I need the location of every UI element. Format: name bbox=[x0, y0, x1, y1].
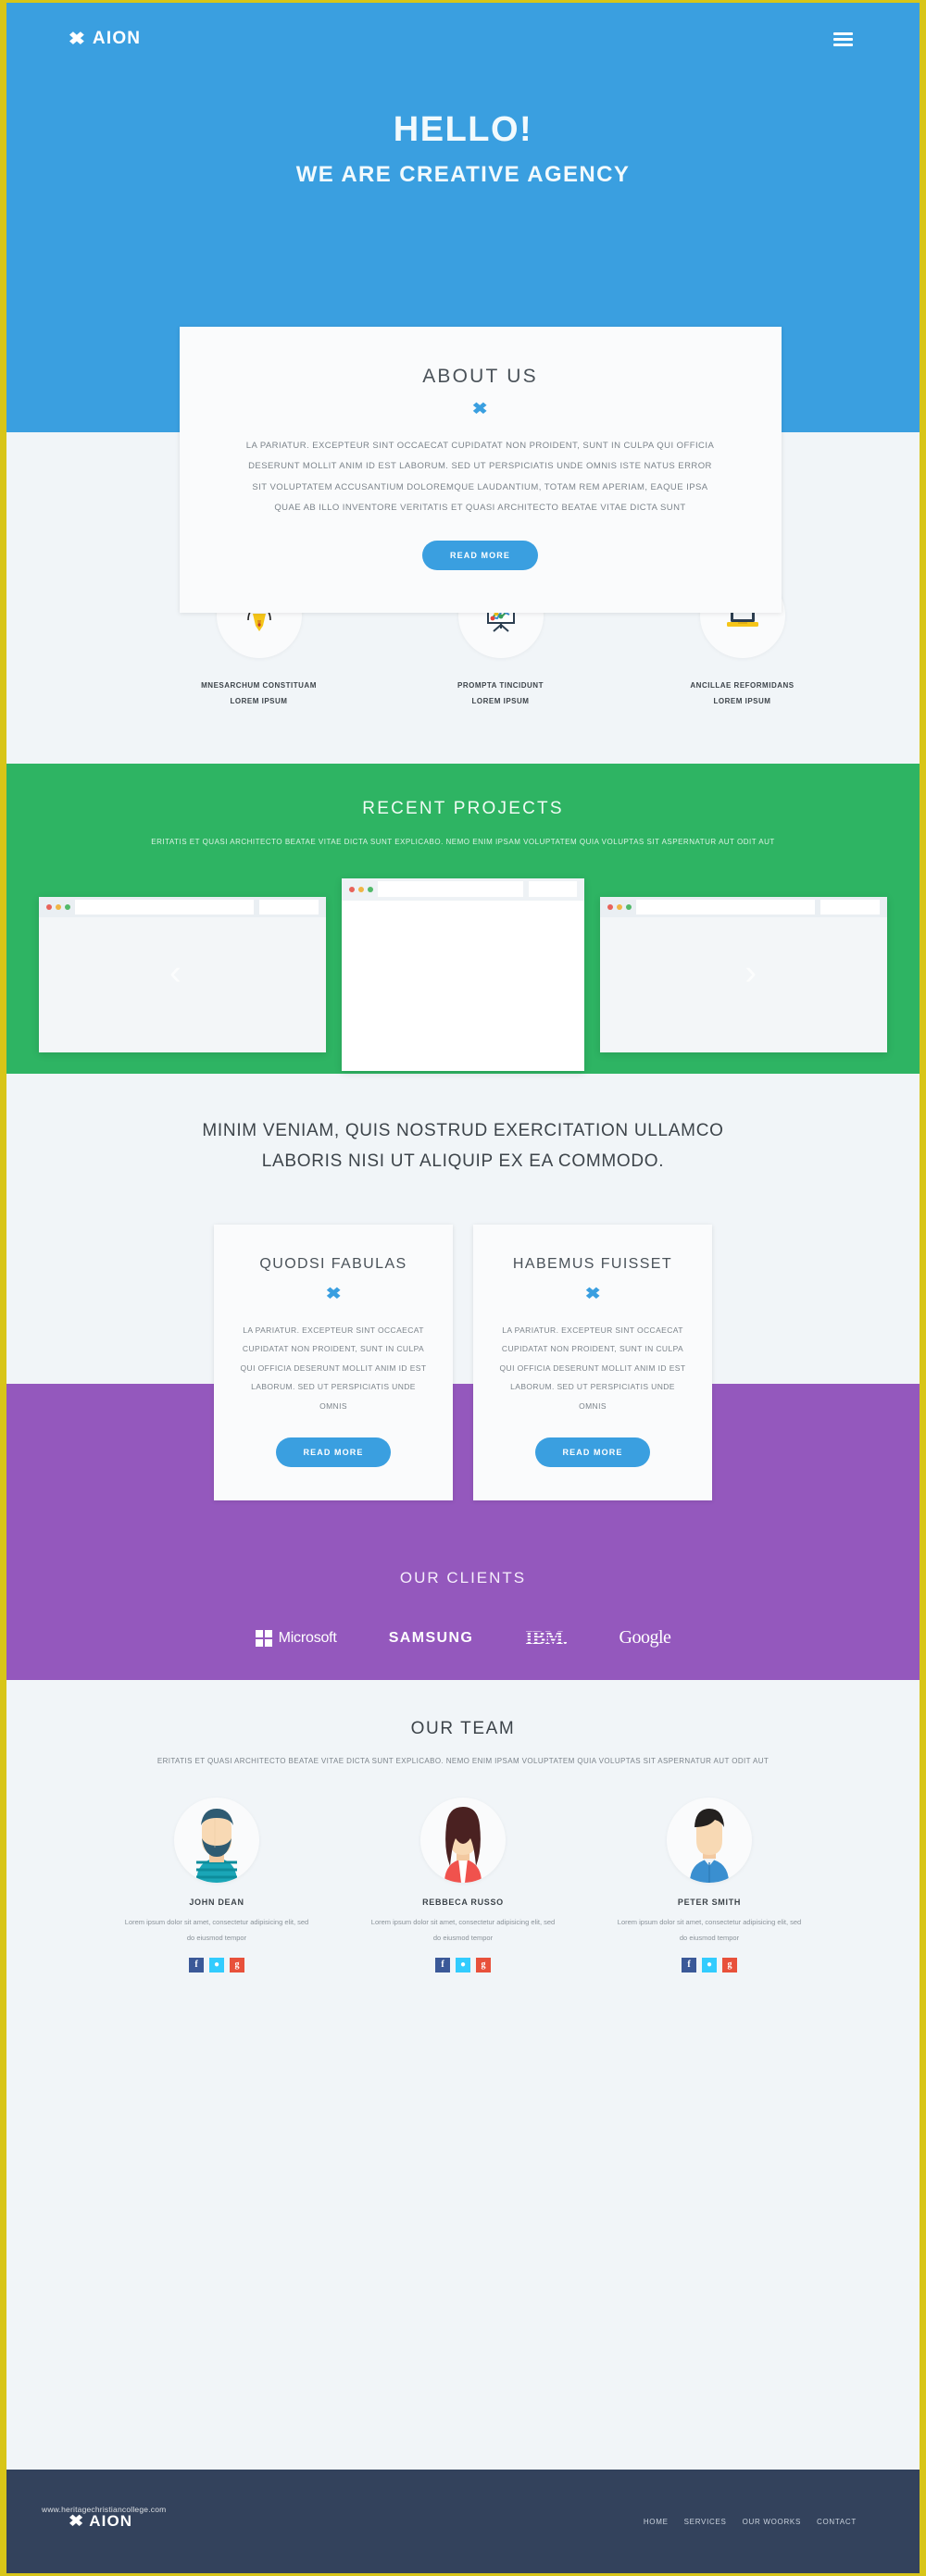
service-1-line1: MNESARCHUM CONSTITUAM bbox=[201, 681, 317, 690]
team-member-3-name: PETER SMITH bbox=[677, 1898, 742, 1908]
project-window-active[interactable] bbox=[342, 877, 584, 1071]
hero-title: HELLO! bbox=[393, 110, 533, 149]
feature-card-1: QUODSI FABULAS ✖ LA PARIATUR. EXCEPTEUR … bbox=[214, 1225, 453, 1501]
feature-card-2: HABEMUS FUISSET ✖ LA PARIATUR. EXCEPTEUR… bbox=[473, 1225, 712, 1501]
about-read-more-button[interactable]: READ MORE bbox=[422, 541, 538, 571]
microsoft-logo[interactable]: Microsoft bbox=[255, 1629, 337, 1647]
page-frame: ✖ AION HELLO! WE ARE CREATIVE AGENCY ABO… bbox=[6, 3, 920, 2573]
service-1-line2: LOREM IPSUM bbox=[230, 696, 288, 705]
services-section: ABOUT US ✖ LA PARIATUR. EXCEPTEUR SINT O… bbox=[6, 327, 920, 764]
project-window-next[interactable] bbox=[600, 896, 887, 1052]
brand-logo-text: AION bbox=[92, 29, 142, 48]
team-member-1: JOHN DEAN Lorem ipsum dolor sit amet, co… bbox=[124, 1798, 309, 1972]
feature-card-1-body: LA PARIATUR. EXCEPTEUR SINT OCCAECAT CUP… bbox=[240, 1325, 427, 1411]
microsoft-logo-label: Microsoft bbox=[278, 1629, 337, 1646]
team-member-2: REBBECA RUSSO Lorem ipsum dolor sit amet… bbox=[370, 1798, 556, 1972]
page-footer: www.heritagechristiancollege.com ✖ AION … bbox=[6, 2470, 920, 2573]
clients-title: OUR CLIENTS bbox=[399, 1569, 527, 1587]
ibm-logo[interactable]: IBM. bbox=[525, 1626, 568, 1649]
projects-carousel[interactable]: ‹ › bbox=[6, 871, 920, 1075]
about-card: ABOUT US ✖ LA PARIATUR. EXCEPTEUR SINT O… bbox=[179, 327, 782, 614]
google-plus-icon[interactable]: g bbox=[722, 1957, 737, 1972]
hero-titles: HELLO! WE ARE CREATIVE AGENCY bbox=[6, 110, 920, 188]
footer-link-contact[interactable]: CONTACT bbox=[817, 2518, 857, 2526]
feature-card-list: QUODSI FABULAS ✖ LA PARIATUR. EXCEPTEUR … bbox=[6, 1225, 920, 1501]
features-section: MINIM VENIAM, QUIS NOSTRUD EXERCITATION … bbox=[6, 1073, 920, 1501]
twitter-icon[interactable]: ● bbox=[209, 1957, 224, 1972]
about-title: ABOUT US bbox=[422, 366, 538, 387]
footer-link-home[interactable]: HOME bbox=[644, 2518, 669, 2526]
footer-brand-logo-text: AION bbox=[89, 2512, 133, 2530]
google-plus-icon[interactable]: g bbox=[476, 1957, 491, 1972]
team-member-2-desc: Lorem ipsum dolor sit amet, consectetur … bbox=[370, 1918, 556, 1942]
hero-subtitle: WE ARE CREATIVE AGENCY bbox=[295, 161, 631, 187]
footer-link-our-woorks[interactable]: OUR WOORKS bbox=[743, 2518, 801, 2526]
team-member-3: PETER SMITH Lorem ipsum dolor sit amet, … bbox=[617, 1798, 802, 1972]
long-hair-woman-avatar bbox=[420, 1798, 506, 1884]
team-member-1-desc: Lorem ipsum dolor sit amet, consectetur … bbox=[124, 1918, 309, 1942]
service-3-line2: LOREM IPSUM bbox=[713, 696, 771, 705]
twitter-icon[interactable]: ● bbox=[456, 1957, 470, 1972]
projects-title: RECENT PROJECTS bbox=[362, 798, 564, 818]
top-navbar: ✖ AION bbox=[6, 3, 920, 58]
facebook-icon[interactable]: f bbox=[189, 1957, 204, 1972]
feature-card-2-read-more-button[interactable]: READ MORE bbox=[534, 1437, 651, 1468]
carousel-next-chevron-right-icon[interactable]: › bbox=[745, 955, 757, 990]
brand-logo[interactable]: ✖ AION bbox=[69, 29, 141, 49]
x-mark-icon: ✖ bbox=[68, 29, 86, 49]
x-mark-icon: ✖ bbox=[68, 2512, 84, 2530]
project-window-previous[interactable] bbox=[39, 896, 326, 1052]
team-member-3-desc: Lorem ipsum dolor sit amet, consectetur … bbox=[617, 1918, 802, 1942]
team-member-2-socials: f ● g bbox=[370, 1957, 556, 1972]
google-logo[interactable]: Google bbox=[619, 1627, 671, 1649]
facebook-icon[interactable]: f bbox=[682, 1957, 696, 1972]
service-2-line2: LOREM IPSUM bbox=[471, 696, 530, 705]
x-divider-icon: ✖ bbox=[471, 400, 489, 417]
team-member-1-socials: f ● g bbox=[124, 1957, 309, 1972]
team-member-1-name: JOHN DEAN bbox=[189, 1898, 244, 1908]
service-3-line1: ANCILLAE REFORMIDANS bbox=[690, 681, 795, 690]
x-divider-icon: ✖ bbox=[584, 1285, 601, 1303]
team-title: OUR TEAM bbox=[410, 1719, 516, 1739]
recent-projects-section: RECENT PROJECTS ERITATIS ET QUASI ARCHIT… bbox=[6, 763, 920, 1075]
bearded-man-avatar bbox=[174, 1798, 259, 1884]
site-watermark: www.heritagechristiancollege.com bbox=[42, 2505, 167, 2514]
feature-card-1-title: QUODSI FABULAS bbox=[259, 1256, 407, 1273]
samsung-logo[interactable]: SAMSUNG bbox=[389, 1630, 474, 1647]
facebook-icon[interactable]: f bbox=[435, 1957, 450, 1972]
feature-card-2-body: LA PARIATUR. EXCEPTEUR SINT OCCAECAT CUP… bbox=[499, 1325, 686, 1411]
carousel-prev-chevron-left-icon[interactable]: ‹ bbox=[169, 955, 181, 990]
footer-brand-logo[interactable]: ✖ AION bbox=[69, 2512, 132, 2531]
team-member-3-socials: f ● g bbox=[617, 1957, 802, 1972]
hamburger-menu-icon[interactable] bbox=[830, 29, 857, 50]
service-2-line1: PROMPTA TINCIDUNT bbox=[457, 681, 544, 690]
google-plus-icon[interactable]: g bbox=[230, 1957, 244, 1972]
team-section: OUR TEAM ERITATIS ET QUASI ARCHITECTO BE… bbox=[6, 1680, 920, 1972]
footer-link-services[interactable]: SERVICES bbox=[684, 2518, 727, 2526]
feature-card-1-read-more-button[interactable]: READ MORE bbox=[275, 1437, 392, 1468]
about-body-text: LA PARIATUR. EXCEPTEUR SINT OCCAECAT CUP… bbox=[245, 441, 715, 513]
short-hair-man-avatar bbox=[667, 1798, 752, 1884]
features-heading-line1: MINIM VENIAM, QUIS NOSTRUD EXERCITATION … bbox=[202, 1120, 724, 1140]
team-member-list: JOHN DEAN Lorem ipsum dolor sit amet, co… bbox=[6, 1798, 920, 1972]
features-heading-line2: LABORIS NISI UT ALIQUIP EX EA COMMODO. bbox=[261, 1151, 665, 1171]
x-divider-icon: ✖ bbox=[325, 1285, 342, 1303]
footer-navigation: HOME SERVICES OUR WOORKS CONTACT bbox=[644, 2518, 857, 2526]
client-logo-row: Microsoft SAMSUNG IBM. Google bbox=[6, 1626, 920, 1649]
team-subtitle: ERITATIS ET QUASI ARCHITECTO BEATAE VITA… bbox=[156, 1757, 770, 1766]
team-member-2-name: REBBECA RUSSO bbox=[422, 1898, 504, 1908]
feature-card-2-title: HABEMUS FUISSET bbox=[512, 1256, 673, 1273]
twitter-icon[interactable]: ● bbox=[702, 1957, 717, 1972]
projects-subtitle: ERITATIS ET QUASI ARCHITECTO BEATAE VITA… bbox=[151, 837, 775, 846]
